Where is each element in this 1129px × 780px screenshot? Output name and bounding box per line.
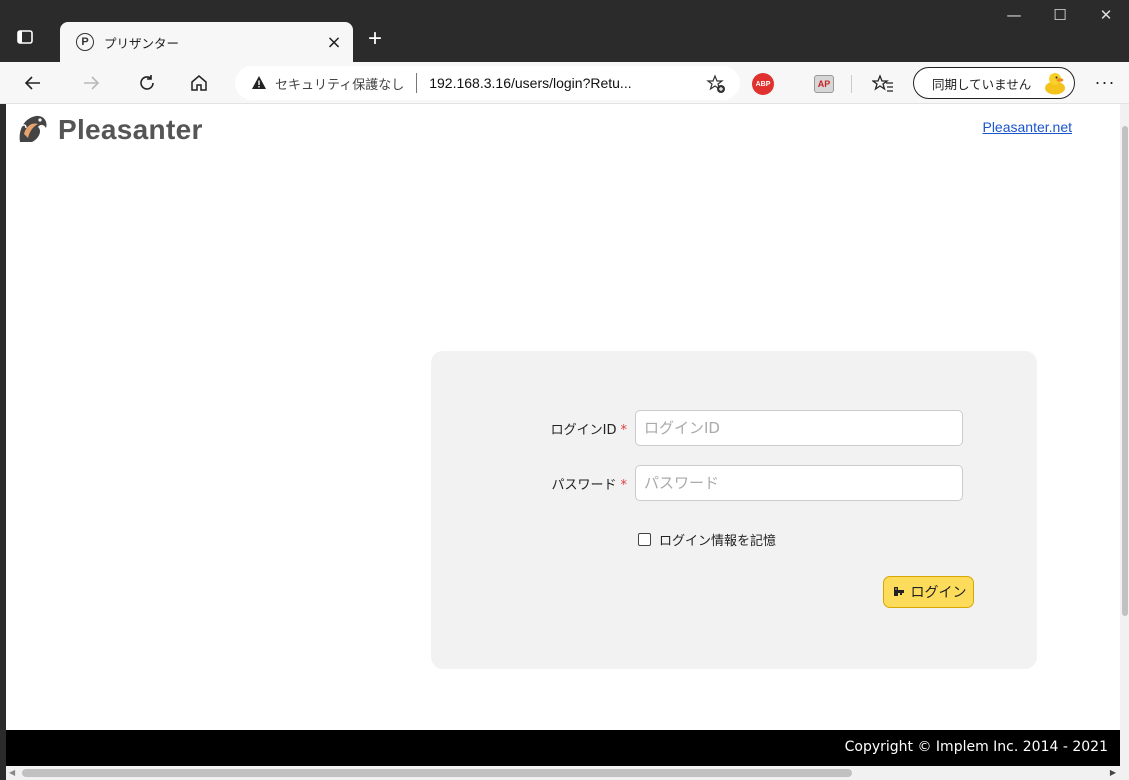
logo-text: Pleasanter	[58, 114, 203, 145]
more-menu-button[interactable]: ···	[1093, 72, 1117, 94]
vertical-scrollbar[interactable]	[1120, 104, 1129, 766]
url-text[interactable]: 192.168.3.16/users/login?Retu...	[429, 75, 631, 91]
back-arrow-icon[interactable]	[20, 70, 46, 96]
adblock-extension-icon[interactable]: ABP	[752, 73, 774, 95]
ap-extension-icon[interactable]: AP	[814, 75, 834, 93]
login-id-row: ログインID *	[431, 410, 1037, 446]
required-mark: *	[620, 423, 628, 438]
tab-strip: P プリザンター × + — ☐ ✕	[0, 0, 1129, 62]
new-tab-button[interactable]: +	[364, 27, 386, 51]
scroll-right-arrow-icon[interactable]: ▶	[1110, 768, 1116, 777]
forward-arrow-icon[interactable]	[78, 70, 104, 96]
home-icon[interactable]	[186, 70, 212, 96]
scrollbar-corner	[1120, 766, 1129, 780]
address-divider	[416, 73, 418, 93]
password-row: パスワード *	[431, 465, 1037, 501]
pleasanter-logo-icon	[19, 115, 47, 142]
browser-toolbar: セキュリティ保護なし 192.168.3.16/users/login?Retu…	[0, 62, 1129, 104]
remember-checkbox[interactable]	[638, 533, 651, 546]
tab-favicon: P	[76, 33, 94, 51]
security-status[interactable]: セキュリティ保護なし	[275, 74, 404, 93]
pleasanter-net-link[interactable]: Pleasanter.net	[982, 119, 1072, 135]
site-logo[interactable]: Pleasanter	[14, 112, 203, 148]
key-icon	[893, 587, 904, 596]
close-window-button[interactable]: ✕	[1083, 0, 1129, 30]
required-mark: *	[620, 478, 628, 493]
password-label: パスワード *	[551, 478, 628, 493]
window-controls: — ☐ ✕	[991, 0, 1129, 30]
login-id-input[interactable]	[635, 410, 963, 446]
login-button-label: ログイン	[910, 585, 967, 601]
tab-actions-icon[interactable]	[14, 26, 36, 48]
horizontal-scrollbar[interactable]: ◀ ▶	[6, 766, 1120, 780]
login-id-label: ログインID *	[550, 423, 628, 438]
minimize-button[interactable]: —	[991, 0, 1037, 30]
tab-title: プリザンター	[104, 35, 180, 51]
scroll-left-arrow-icon[interactable]: ◀	[9, 768, 15, 777]
duck-avatar-icon	[1045, 73, 1065, 95]
password-input[interactable]	[635, 465, 963, 501]
login-button[interactable]: ログイン	[883, 576, 974, 608]
sync-status-label: 同期していません	[932, 76, 1032, 92]
warning-icon[interactable]	[251, 75, 267, 91]
page-viewport: Pleasanter Pleasanter.net ログインID* パスワード*…	[6, 104, 1120, 766]
tab-active[interactable]: P プリザンター ×	[60, 22, 353, 62]
address-bar[interactable]: セキュリティ保護なし 192.168.3.16/users/login?Retu…	[235, 66, 740, 100]
refresh-icon[interactable]	[134, 70, 160, 96]
toolbar-divider	[851, 75, 852, 93]
horizontal-scroll-thumb[interactable]	[22, 769, 852, 777]
remember-label[interactable]: ログイン情報を記憶	[659, 530, 776, 549]
page-footer: Copyright © Implem Inc. 2014 - 2021	[6, 730, 1120, 766]
profile-sync-button[interactable]: 同期していません	[913, 67, 1075, 99]
remember-login[interactable]: ログイン情報を記憶	[638, 530, 776, 549]
vertical-scroll-thumb[interactable]	[1122, 126, 1128, 616]
add-favorite-icon[interactable]	[706, 74, 726, 94]
close-icon[interactable]: ×	[323, 31, 345, 53]
favorites-icon[interactable]	[872, 74, 894, 94]
login-panel: ログインID* パスワード* ログイン情報を記憶 ログイン	[431, 351, 1037, 669]
maximize-button[interactable]: ☐	[1037, 0, 1083, 30]
